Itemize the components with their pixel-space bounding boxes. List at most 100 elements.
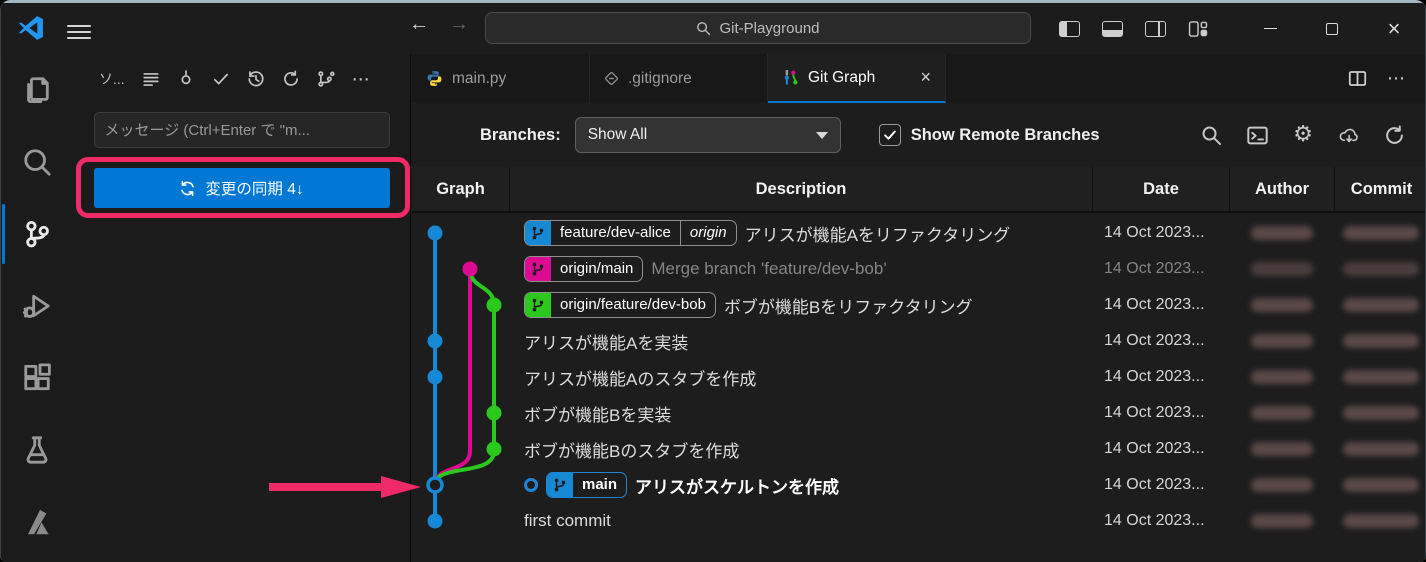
commit-node [487,406,502,421]
commit-node [428,370,443,385]
view-as-list-icon[interactable] [142,70,160,88]
commit-date: 14 Oct 2023... [1092,512,1229,530]
commit-graph-icon[interactable] [177,70,195,88]
redacted-hash [1343,334,1419,348]
commit-row[interactable]: first commit14 Oct 2023... [412,503,1425,539]
more-actions-icon[interactable]: ⋯ [352,69,372,90]
commit-author [1229,370,1334,384]
fetch-cloud-download-icon[interactable] [1338,125,1359,146]
toggle-secondary-sidebar-icon[interactable] [1145,21,1166,37]
commit-node [428,334,443,349]
terminal-icon[interactable] [1247,125,1268,146]
commit-row[interactable]: origin/feature/dev-bobボブが機能Bをリファクタリング14 … [412,287,1425,323]
split-editor-icon[interactable] [1348,69,1367,88]
activity-extensions[interactable] [1,342,73,414]
commit-row[interactable]: origin/main Merge branch 'feature/dev-bob… [412,251,1425,287]
scm-title: ソ... [99,69,125,89]
activity-azure[interactable] [1,486,73,558]
python-icon [426,70,443,87]
branch-label-text: feature/dev-alice [551,221,680,245]
maximize-button[interactable] [1301,3,1363,54]
tab-git-graph[interactable]: Git Graph × [768,54,946,103]
commit-node [428,514,443,529]
git-graph-view-icon[interactable] [317,70,335,88]
commit-author [1229,442,1334,456]
branch-label[interactable]: origin/main [524,256,643,282]
window-controls: × [1239,3,1425,54]
customize-layout-icon[interactable] [1188,21,1209,37]
branch-label[interactable]: feature/dev-aliceorigin [524,220,737,246]
commit-message: ボブが機能Bをリファクタリング [724,293,973,318]
tab-close-icon[interactable]: × [920,67,931,88]
branch-label-text: origin [680,221,736,245]
commit-check-icon[interactable] [212,70,230,88]
branch-label-text: main [573,473,626,497]
forward-icon[interactable]: → [443,13,475,36]
tab-main-py[interactable]: main.py [412,54,590,103]
sync-changes-button[interactable]: 変更の同期 4↓ [94,168,390,208]
activity-run-debug[interactable] [1,270,73,342]
sync-icon [179,180,196,197]
commit-date: 14 Oct 2023... [1092,440,1229,458]
commit-description-cell: アリスが機能Aを実装 [509,329,1092,354]
refresh-icon[interactable] [282,70,300,88]
commit-row[interactable]: アリスが機能Aを実装14 Oct 2023... [412,323,1425,359]
show-remote-checkbox[interactable] [879,124,901,146]
activity-source-control[interactable] [1,198,73,270]
commit-row[interactable]: feature/dev-aliceoriginアリスが機能Aをリファクタリング1… [412,215,1425,251]
redacted-hash [1343,262,1419,276]
commit-message: アリスが機能Aを実装 [524,329,688,354]
commit-row[interactable]: ボブが機能Bを実装14 Oct 2023... [412,395,1425,431]
search-icon [22,147,52,177]
commit-message: Merge branch 'feature/dev-bob' [651,259,886,279]
commit-node [463,262,478,277]
toggle-sidebar-icon[interactable] [1059,21,1080,37]
commit-date: 14 Oct 2023... [1092,260,1229,278]
back-icon[interactable]: ← [403,13,435,36]
find-commit-icon[interactable] [1201,125,1222,146]
scm-sidebar: ソ... ⋯ 変更の同期 4↓ [73,54,411,562]
commit-row[interactable]: ボブが機能Bのスタブを作成14 Oct 2023... [412,431,1425,467]
git-branch-icon [525,257,551,281]
menu-icon[interactable] [67,21,91,39]
commit-row[interactable]: アリスが機能Aのスタブを作成14 Oct 2023... [412,359,1425,395]
toggle-panel-icon[interactable] [1102,21,1123,37]
activity-search[interactable] [1,126,73,198]
commit-author [1229,334,1334,348]
branch-label[interactable]: origin/feature/dev-bob [524,292,716,318]
commit-hash [1334,298,1426,312]
commit-message: アリスが機能Aのスタブを作成 [524,365,756,390]
redacted-author [1251,478,1313,492]
branches-label: Branches: [480,126,561,145]
branches-value: Show All [588,126,647,144]
refresh-icon[interactable] [1384,125,1405,146]
head-indicator-icon [524,478,538,492]
commit-hash [1334,226,1426,240]
redacted-author [1251,298,1313,312]
commit-message-input[interactable] [94,112,390,148]
minimize-button[interactable] [1239,3,1301,54]
redacted-author [1251,514,1313,528]
commit-hash [1334,478,1426,492]
redacted-hash [1343,478,1419,492]
settings-gear-icon[interactable]: ⚙ [1293,124,1313,146]
activity-explorer[interactable] [1,54,73,126]
commit-node [428,226,443,241]
git-graph-tab-icon [782,69,799,86]
activity-bar [1,54,73,562]
commit-node [487,442,502,457]
commit-row[interactable]: mainアリスがスケルトンを作成14 Oct 2023... [412,467,1425,503]
column-description: Description [509,167,1092,211]
tab-gitignore[interactable]: .gitignore [590,54,768,103]
editor-actions: ⋯ [1348,54,1425,103]
command-center-search[interactable]: Git-Playground [485,12,1031,44]
close-button[interactable]: × [1363,3,1425,54]
branch-label[interactable]: main [546,472,627,498]
source-control-icon [22,219,52,249]
history-icon[interactable] [247,70,265,88]
redacted-hash [1343,226,1419,240]
branches-dropdown[interactable]: Show All [575,117,841,153]
more-actions-icon[interactable]: ⋯ [1387,68,1407,89]
activity-testing[interactable] [1,414,73,486]
redacted-author [1251,262,1313,276]
